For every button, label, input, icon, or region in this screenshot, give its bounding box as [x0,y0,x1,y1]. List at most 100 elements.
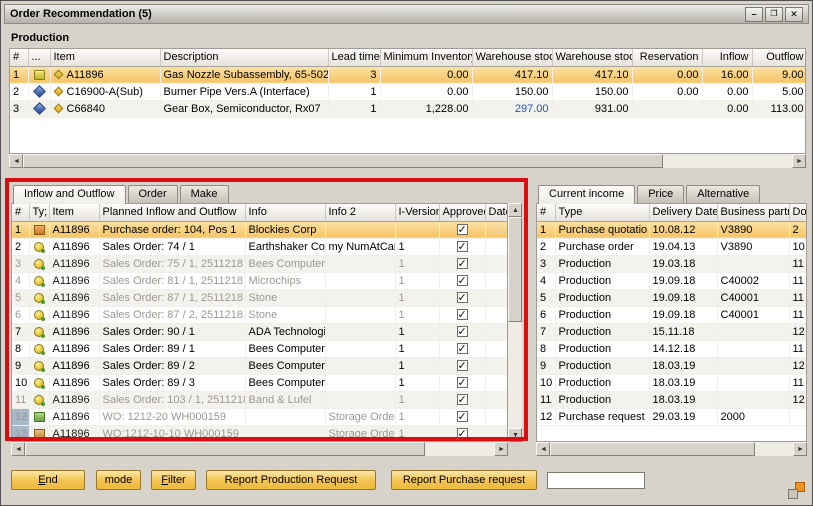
item-code-cell[interactable]: A11896 [50,66,160,83]
link-arrow-icon[interactable] [53,86,63,96]
inflow-table-vscrollbar[interactable] [508,203,522,442]
maximize-button[interactable] [765,7,783,22]
document-cell[interactable]: 12 [789,357,807,374]
item-code-cell[interactable]: A11896 [49,323,99,340]
delivery-date-cell[interactable]: 19.09.18 [649,306,717,323]
inflow-table-hscrollbar[interactable] [11,442,508,456]
approved-checkbox[interactable] [457,428,468,439]
tab-order[interactable]: Order [128,185,178,203]
approved-cell[interactable] [439,238,485,255]
row-number-cell[interactable]: 12 [537,408,555,425]
form-settings-grip-icon[interactable] [788,482,805,499]
info2-cell[interactable]: my NumAtCard-7 [325,238,395,255]
planned-inflow-outflow-cell[interactable]: Sales Order: 103 / 1, 2511218 [99,391,245,408]
scrollbar-track[interactable] [25,442,494,456]
business-partner-cell[interactable]: C40002 [717,272,789,289]
col-header-number[interactable]: # [10,49,28,66]
planned-inflow-outflow-cell[interactable]: Sales Order: 87 / 1, 2511218 [99,289,245,306]
warehouse-stock-1-cell[interactable]: 150.00 [472,83,552,100]
business-partner-cell[interactable]: C40001 [717,289,789,306]
inflow-table-row[interactable]: 9 A11896 Sales Order: 89 / 2 Bees Comput… [12,357,508,374]
item-code-cell[interactable]: A11896 [49,306,99,323]
scroll-left-button[interactable] [536,442,550,456]
title-bar[interactable]: Order Recommendation (5) [4,4,809,24]
row-number-cell[interactable]: 11 [12,391,29,408]
planned-inflow-outflow-cell[interactable]: Sales Order: 75 / 1, 2511218 [99,255,245,272]
min-inventory-cell[interactable]: 1,228.00 [380,100,472,117]
document-cell[interactable]: 11 [789,374,807,391]
row-number-cell[interactable]: 3 [10,100,28,117]
row-number-cell[interactable]: 13 [12,425,29,442]
date-of-order-cell[interactable] [485,374,508,391]
type-cell[interactable]: Purchase quotatio [555,221,649,238]
i-version-cell[interactable]: 1 [395,340,439,357]
info2-cell[interactable]: Storage Order [325,408,395,425]
col-header-lead-time[interactable]: Lead time [328,49,380,66]
item-code[interactable]: A11896 [67,69,104,81]
approved-checkbox[interactable] [457,224,468,235]
row-number-cell[interactable]: 10 [537,374,555,391]
warehouse-stock-1-cell[interactable]: 417.10 [472,66,552,83]
approved-checkbox[interactable] [457,377,468,388]
date-of-order-cell[interactable] [485,340,508,357]
document-cell[interactable]: 12 [789,391,807,408]
col-header-item[interactable]: Item [49,204,99,221]
type-cell[interactable]: Purchase order [555,238,649,255]
link-arrow-icon[interactable] [53,69,63,79]
scroll-right-button[interactable] [793,442,807,456]
col-header-description[interactable]: Description [160,49,328,66]
item-code-cell[interactable]: A11896 [49,255,99,272]
info2-cell[interactable] [325,306,395,323]
min-inventory-cell[interactable]: 0.00 [380,83,472,100]
col-header-type[interactable]: Ty; [29,204,49,221]
date-of-order-cell[interactable] [485,391,508,408]
info-cell[interactable] [245,425,325,442]
income-table-row[interactable]: 3 Production 19.03.18 11 [537,255,807,272]
row-number-cell[interactable]: 4 [12,272,29,289]
income-table-row[interactable]: 2 Purchase order 19.04.13 V3890 10 [537,238,807,255]
col-header-type[interactable]: Type [555,204,649,221]
business-partner-cell[interactable] [717,340,789,357]
approved-checkbox[interactable] [457,309,468,320]
inflow-cell[interactable]: 0.00 [702,100,752,117]
type-cell[interactable]: Production [555,391,649,408]
income-table-row[interactable]: 4 Production 19.09.18 C40002 11 [537,272,807,289]
outflow-cell[interactable]: 9.00 [752,66,806,83]
info-cell[interactable]: Stone [245,289,325,306]
scrollbar-thumb[interactable] [23,154,663,168]
item-code-cell[interactable]: C16900-A(Sub) [50,83,160,100]
date-of-order-cell[interactable] [485,306,508,323]
business-partner-cell[interactable] [717,323,789,340]
warehouse-stock-2-cell[interactable]: 150.00 [552,83,632,100]
document-cell[interactable]: 10 [789,238,807,255]
delivery-date-cell[interactable]: 19.09.18 [649,289,717,306]
production-table-row[interactable]: 3 C66840 Gear Box, Semiconductor, Rx07 1… [10,100,806,117]
inflow-cell[interactable]: 16.00 [702,66,752,83]
type-cell[interactable]: Production [555,255,649,272]
tab-alternative[interactable]: Alternative [686,185,760,203]
type-cell[interactable]: Production [555,357,649,374]
i-version-cell[interactable]: 1 [395,255,439,272]
item-code[interactable]: C66840 [67,103,106,115]
approved-checkbox[interactable] [457,343,468,354]
business-partner-cell[interactable]: V3890 [717,221,789,238]
income-table-row[interactable]: 1 Purchase quotatio 10.08.12 V3890 2 [537,221,807,238]
row-number-cell[interactable]: 2 [537,238,555,255]
warehouse-stock-2-cell[interactable]: 931.00 [552,100,632,117]
col-header-item[interactable]: Item [50,49,160,66]
info2-cell[interactable] [325,323,395,340]
tab-make[interactable]: Make [180,185,229,203]
delivery-date-cell[interactable]: 18.03.19 [649,391,717,408]
warehouse-stock-2-cell[interactable]: 417.10 [552,66,632,83]
info-cell[interactable]: ADA Technologi [245,323,325,340]
income-table-row[interactable]: 8 Production 14.12.18 11 [537,340,807,357]
row-number-cell[interactable]: 7 [12,323,29,340]
warehouse-stock-1-cell[interactable]: 297.00 [472,100,552,117]
document-cell[interactable] [789,408,807,425]
info-cell[interactable]: Bees Computers [245,357,325,374]
col-header-outflow[interactable]: Outflow [752,49,806,66]
close-button[interactable] [785,7,803,22]
lead-time-cell[interactable]: 1 [328,100,380,117]
inflow-table-row[interactable]: 3 A11896 Sales Order: 75 / 1, 2511218 Be… [12,255,508,272]
approved-cell[interactable] [439,272,485,289]
